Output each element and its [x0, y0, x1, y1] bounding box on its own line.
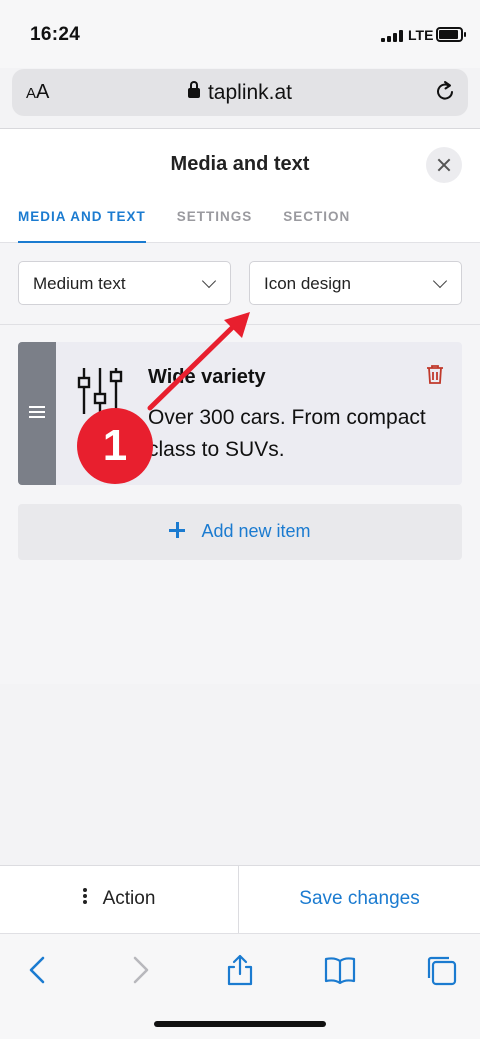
panel-header: Media and text MEDIA AND TEXT SETTINGS S… — [0, 129, 480, 244]
address-bar[interactable]: AA taplink.at — [12, 69, 468, 116]
annotation-arrow — [147, 312, 250, 411]
action-label: Action — [102, 888, 156, 909]
text-size-select-value: Medium text — [33, 274, 126, 293]
save-changes-button[interactable]: Save changes — [239, 866, 480, 933]
back-icon[interactable] — [20, 952, 56, 988]
drag-handle[interactable] — [18, 342, 56, 485]
panel-title: Media and text — [170, 153, 310, 175]
close-button[interactable] — [426, 147, 462, 183]
network-label: LTE — [408, 27, 434, 43]
battery-icon — [436, 27, 466, 42]
chevron-down-icon — [432, 273, 448, 289]
reload-icon[interactable] — [434, 80, 456, 102]
trash-icon[interactable] — [426, 364, 444, 384]
tab-settings[interactable]: SETTINGS — [177, 207, 253, 243]
more-vertical-icon — [82, 888, 87, 904]
status-bar: 16:24 LTE — [0, 0, 480, 68]
menu-icon — [29, 406, 45, 418]
tab-media-and-text[interactable]: MEDIA AND TEXT — [18, 207, 146, 244]
url-text: taplink.at — [207, 81, 293, 104]
chevron-down-icon — [201, 273, 217, 289]
design-select-value: Icon design — [264, 274, 351, 293]
tab-section[interactable]: SECTION — [283, 207, 350, 243]
tabs-icon[interactable] — [423, 952, 459, 988]
share-icon[interactable] — [222, 952, 258, 988]
text-size-select[interactable]: Medium text — [18, 261, 231, 305]
status-time: 16:24 — [30, 24, 81, 45]
design-select[interactable]: Icon design — [249, 261, 462, 305]
signal-icon — [381, 30, 403, 42]
bookmarks-icon[interactable] — [322, 952, 358, 988]
home-indicator — [154, 1021, 326, 1027]
step-badge: 1 — [77, 408, 153, 484]
add-item-label: Add new item — [201, 521, 311, 541]
add-item-button[interactable]: Add new item — [18, 504, 462, 560]
action-button[interactable]: Action — [0, 866, 239, 934]
tab-bar: MEDIA AND TEXT SETTINGS SECTION — [18, 207, 381, 244]
action-bar: Action Save changes — [0, 865, 480, 934]
url-field[interactable]: taplink.at — [12, 81, 468, 105]
plus-icon — [169, 522, 186, 538]
forward-icon[interactable] — [122, 952, 158, 988]
lock-icon — [187, 81, 200, 98]
